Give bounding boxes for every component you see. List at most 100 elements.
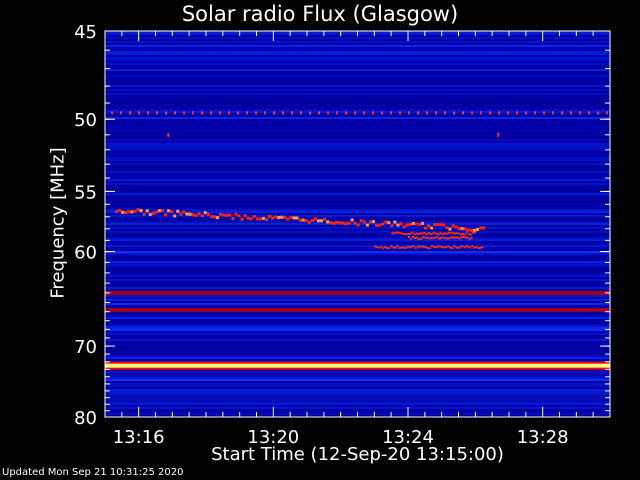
noise-stripe bbox=[105, 389, 610, 391]
burst-pixel bbox=[185, 212, 189, 216]
burst-pixel bbox=[420, 245, 423, 248]
interference-dot bbox=[192, 111, 194, 115]
burst-pixel bbox=[164, 213, 168, 217]
noise-stripe bbox=[105, 63, 610, 65]
noise-stripe bbox=[105, 409, 610, 411]
burst-pixel bbox=[326, 220, 330, 224]
burst-pixel bbox=[438, 245, 441, 248]
interference-dot bbox=[381, 111, 383, 115]
burst-pixel bbox=[406, 245, 409, 248]
burst-pixel bbox=[451, 224, 455, 228]
interference-dot bbox=[255, 111, 257, 115]
interference-dot bbox=[525, 111, 527, 115]
burst-pixel bbox=[142, 212, 146, 216]
burst-pixel bbox=[173, 214, 177, 218]
burst-pixel bbox=[459, 246, 462, 249]
burst-pixel bbox=[428, 237, 431, 240]
interference-dot bbox=[462, 111, 464, 115]
noise-stripe bbox=[105, 245, 610, 247]
interference-dot bbox=[606, 111, 608, 115]
burst-pixel bbox=[167, 209, 171, 213]
burst-pixel bbox=[465, 231, 468, 234]
burst-pixel bbox=[387, 221, 391, 225]
noise-stripe bbox=[105, 119, 610, 121]
noise-stripe bbox=[105, 333, 610, 335]
burst-pixel bbox=[378, 246, 381, 249]
spectrogram-heatmap bbox=[105, 31, 610, 417]
burst-pixel bbox=[411, 222, 415, 226]
noise-stripe bbox=[105, 191, 610, 193]
burst-pixel bbox=[438, 237, 441, 240]
burst-pixel bbox=[433, 223, 437, 227]
burst-pixel bbox=[313, 217, 317, 221]
burst-pixel bbox=[451, 247, 454, 250]
noise-stripe bbox=[105, 231, 610, 233]
burst-pixel bbox=[179, 212, 183, 216]
burst-pixel bbox=[430, 245, 433, 248]
interference-dot bbox=[444, 111, 446, 115]
burst-pixel bbox=[443, 246, 446, 249]
burst-pixel bbox=[401, 232, 404, 235]
interference-dot bbox=[426, 111, 428, 115]
burst-pixel bbox=[359, 219, 363, 223]
burst-pixel bbox=[469, 233, 472, 236]
interference-dot bbox=[327, 111, 329, 115]
burst-pixel bbox=[431, 232, 434, 235]
noise-stripe bbox=[105, 59, 610, 61]
noise-stripe bbox=[105, 395, 610, 397]
burst-pixel bbox=[378, 223, 382, 227]
burst-pixel bbox=[329, 221, 333, 225]
burst-pixel bbox=[396, 223, 400, 227]
burst-pixel bbox=[412, 245, 415, 248]
burst-pixel bbox=[479, 246, 482, 249]
burst-pixel bbox=[448, 227, 452, 231]
chart-title: Solar radio Flux (Glasgow) bbox=[181, 2, 459, 26]
interference-dot bbox=[497, 132, 500, 137]
burst-pixel bbox=[274, 215, 278, 219]
burst-pixel bbox=[437, 233, 440, 236]
interference-dot bbox=[588, 111, 590, 115]
burst-pixel bbox=[396, 245, 399, 248]
burst-pixel bbox=[469, 228, 473, 232]
burst-pixel bbox=[295, 216, 299, 220]
burst-pixel bbox=[390, 245, 393, 248]
burst-pixel bbox=[420, 237, 423, 240]
noise-stripe bbox=[105, 87, 610, 89]
interference-dot bbox=[390, 111, 392, 115]
interference-dot bbox=[282, 111, 284, 115]
noise-stripe bbox=[105, 273, 610, 275]
noise-stripe bbox=[105, 221, 610, 223]
burst-pixel bbox=[384, 220, 388, 224]
burst-pixel bbox=[417, 223, 421, 227]
noise-stripe bbox=[105, 163, 610, 165]
burst-pixel bbox=[127, 210, 131, 214]
burst-pixel bbox=[261, 216, 265, 220]
burst-pixel bbox=[399, 231, 402, 234]
noise-stripe bbox=[105, 275, 610, 277]
noise-stripe bbox=[105, 255, 610, 257]
burst-pixel bbox=[419, 232, 422, 235]
noise-stripe bbox=[105, 53, 610, 55]
burst-pixel bbox=[228, 213, 232, 217]
burst-pixel bbox=[332, 221, 336, 225]
burst-pixel bbox=[457, 232, 460, 235]
interference-dot bbox=[291, 111, 293, 115]
burst-pixel bbox=[393, 231, 396, 234]
noise-stripe bbox=[105, 89, 610, 91]
burst-pixel bbox=[482, 226, 486, 230]
burst-pixel bbox=[412, 235, 415, 238]
burst-pixel bbox=[194, 214, 198, 218]
noise-stripe bbox=[105, 203, 610, 205]
noise-stripe bbox=[105, 397, 610, 399]
burst-pixel bbox=[209, 215, 213, 219]
burst-pixel bbox=[418, 245, 421, 248]
noise-stripe bbox=[105, 153, 610, 155]
noise-stripe bbox=[105, 325, 610, 327]
y-tick-label: 50 bbox=[74, 110, 97, 131]
interference-dot bbox=[399, 111, 401, 115]
burst-pixel bbox=[460, 236, 463, 239]
noise-stripe bbox=[105, 305, 610, 307]
burst-pixel bbox=[271, 216, 275, 220]
noise-stripe bbox=[105, 57, 610, 59]
burst-pixel bbox=[445, 246, 448, 249]
